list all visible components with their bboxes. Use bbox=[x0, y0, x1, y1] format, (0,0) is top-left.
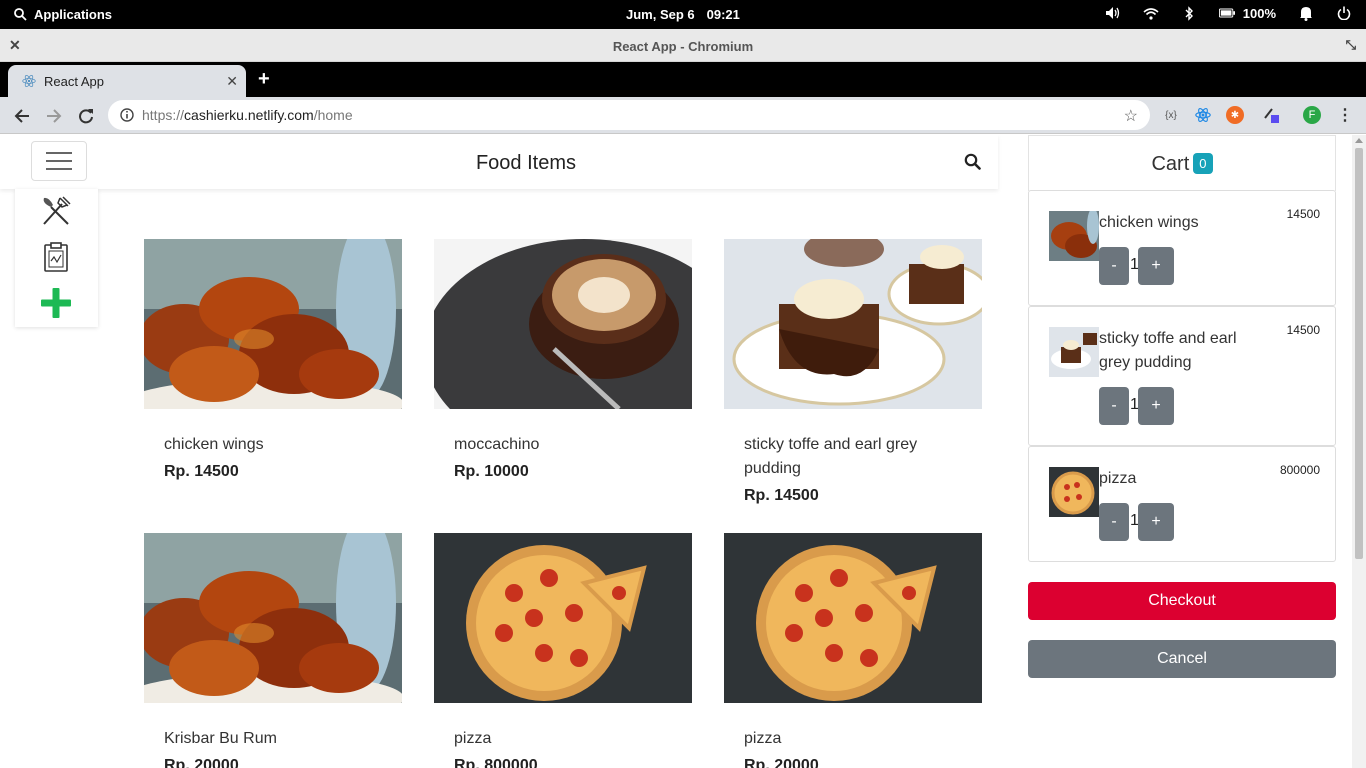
cart-item-name: chicken wings bbox=[1099, 214, 1199, 231]
cart-item-thumbnail bbox=[1049, 467, 1099, 517]
checkout-button[interactable]: Checkout bbox=[1028, 582, 1336, 620]
cart-item: sticky toffe and earl grey pudding 14500… bbox=[1028, 306, 1336, 446]
url-path: /home bbox=[313, 107, 353, 123]
tab-title: React App bbox=[44, 73, 104, 89]
product-name: pizza bbox=[454, 730, 492, 747]
browser-toolbar: https://cashierku.netlify.com/home ☆ {x}… bbox=[0, 97, 1366, 134]
battery-icon[interactable] bbox=[1218, 5, 1235, 21]
decrease-qty-button[interactable]: - bbox=[1099, 387, 1129, 425]
cart-item-name: pizza bbox=[1099, 470, 1137, 487]
product-image-pizza bbox=[724, 533, 982, 703]
tab-close-icon[interactable]: ✕ bbox=[226, 73, 238, 90]
url-bar[interactable]: https://cashierku.netlify.com/home ☆ bbox=[108, 100, 1150, 130]
product-price: Rp. 800000 bbox=[454, 757, 538, 768]
product-card[interactable]: Krisbar Bu Rum Rp. 20000 bbox=[144, 533, 402, 768]
decrease-qty-button[interactable]: - bbox=[1099, 503, 1129, 541]
product-name: pizza bbox=[744, 730, 782, 747]
cart-item-price: 800000 bbox=[1279, 463, 1320, 477]
product-name: Krisbar Bu Rum bbox=[164, 730, 277, 747]
sidebar bbox=[15, 189, 98, 327]
cart-item: pizza 800000 - 1 + bbox=[1028, 446, 1336, 562]
window-restore-icon[interactable]: ⤡ bbox=[1346, 37, 1356, 53]
url-host: cashierku.netlify.com bbox=[184, 107, 314, 123]
product-name: chicken wings bbox=[164, 436, 264, 453]
decrease-qty-button[interactable]: - bbox=[1099, 247, 1129, 285]
react-devtools-icon[interactable] bbox=[1194, 106, 1212, 124]
bluetooth-icon[interactable] bbox=[1181, 5, 1197, 21]
applications-label: Applications bbox=[34, 7, 113, 22]
increase-qty-button[interactable]: + bbox=[1138, 387, 1174, 425]
product-card[interactable]: pizza Rp. 20000 bbox=[724, 533, 982, 768]
menu-kebab-icon[interactable]: ⋮ bbox=[1336, 106, 1354, 124]
product-price: Rp. 14500 bbox=[164, 463, 239, 480]
cart-item-price: 14500 bbox=[1286, 207, 1320, 221]
cart-item-price: 14500 bbox=[1286, 323, 1320, 337]
system-tray[interactable]: 100% bbox=[1083, 5, 1352, 21]
browser-tab-bar: React App ✕ + bbox=[0, 62, 1366, 97]
clock[interactable]: Jum, Sep 6 09:21 bbox=[626, 7, 740, 22]
profile-avatar[interactable]: F bbox=[1303, 106, 1321, 124]
applications-menu[interactable]: Applications bbox=[14, 7, 112, 22]
system-top-bar: Applications Jum, Sep 6 09:21 100% bbox=[0, 0, 1366, 29]
clipboard-icon[interactable] bbox=[40, 241, 72, 273]
reload-icon[interactable] bbox=[75, 105, 97, 127]
power-icon[interactable] bbox=[1336, 5, 1352, 21]
date-text: Jum, Sep 6 bbox=[626, 7, 695, 22]
product-card[interactable]: moccachino Rp. 10000 bbox=[434, 239, 692, 481]
page-title: Food Items bbox=[475, 152, 577, 174]
window-title: React App - Chromium bbox=[612, 39, 754, 54]
fork-knife-icon[interactable] bbox=[40, 195, 72, 227]
increase-qty-button[interactable]: + bbox=[1138, 247, 1174, 285]
product-price: Rp. 20000 bbox=[744, 757, 819, 768]
product-name: sticky toffe and earl grey pudding bbox=[744, 436, 918, 477]
product-image-pudding bbox=[724, 239, 982, 409]
bookmark-star-icon[interactable]: ☆ bbox=[1124, 106, 1138, 126]
extension-pen-icon[interactable] bbox=[1262, 106, 1280, 124]
url-scheme: https:// bbox=[142, 107, 185, 123]
product-price: Rp. 20000 bbox=[164, 757, 239, 768]
back-arrow-icon[interactable] bbox=[11, 105, 33, 127]
time-text: 09:21 bbox=[706, 7, 740, 22]
scroll-up-arrow-icon[interactable] bbox=[1355, 138, 1363, 143]
react-logo-icon bbox=[22, 75, 36, 87]
product-card[interactable]: chicken wings Rp. 14500 bbox=[144, 239, 402, 481]
extension-braces-icon[interactable]: {x} bbox=[1162, 106, 1180, 124]
product-image-chicken-wings bbox=[144, 239, 402, 409]
product-price: Rp. 14500 bbox=[744, 487, 819, 504]
window-title-bar: ✕ React App - Chromium ⤡ bbox=[0, 29, 1366, 62]
extension-orange-icon[interactable]: ✱ bbox=[1226, 106, 1244, 124]
product-price: Rp. 10000 bbox=[454, 463, 529, 480]
forward-arrow-icon[interactable] bbox=[43, 105, 65, 127]
notification-bell-icon[interactable] bbox=[1298, 5, 1314, 21]
product-image-pizza bbox=[434, 533, 692, 703]
page-content: Food Items chicken wings Rp. 14500 mocca… bbox=[0, 135, 1352, 768]
page-scrollbar[interactable] bbox=[1352, 135, 1366, 768]
cart-item-thumbnail bbox=[1049, 327, 1099, 377]
cart-item: chicken wings 14500 - 1 + bbox=[1028, 190, 1336, 306]
add-plus-icon[interactable] bbox=[40, 287, 72, 319]
tab-react-app[interactable]: React App ✕ bbox=[8, 65, 246, 97]
battery-percent: 100% bbox=[1242, 5, 1276, 21]
cart-item-thumbnail bbox=[1049, 211, 1099, 261]
cart-count-badge: 0 bbox=[1193, 153, 1213, 174]
new-tab-plus-icon[interactable]: + bbox=[258, 69, 270, 89]
product-image-chicken-wings bbox=[144, 533, 402, 703]
product-image-moccachino bbox=[434, 239, 692, 409]
product-card[interactable]: sticky toffe and earl grey pudding Rp. 1… bbox=[724, 239, 982, 505]
app-header: Food Items bbox=[0, 135, 998, 189]
cart-title: Cart bbox=[1151, 153, 1190, 175]
product-name: moccachino bbox=[454, 436, 540, 453]
increase-qty-button[interactable]: + bbox=[1138, 503, 1174, 541]
product-card[interactable]: pizza Rp. 800000 bbox=[434, 533, 692, 768]
cart-item-name: sticky toffe and earl grey pudding bbox=[1099, 330, 1237, 371]
info-icon[interactable] bbox=[120, 108, 134, 122]
cart-header: Cart 0 bbox=[1028, 135, 1336, 191]
scrollbar-thumb[interactable] bbox=[1355, 148, 1363, 559]
search-icon[interactable] bbox=[964, 153, 981, 175]
wifi-icon[interactable] bbox=[1143, 5, 1159, 21]
volume-icon[interactable] bbox=[1105, 5, 1121, 21]
cancel-button[interactable]: Cancel bbox=[1028, 640, 1336, 678]
search-icon bbox=[14, 8, 27, 21]
